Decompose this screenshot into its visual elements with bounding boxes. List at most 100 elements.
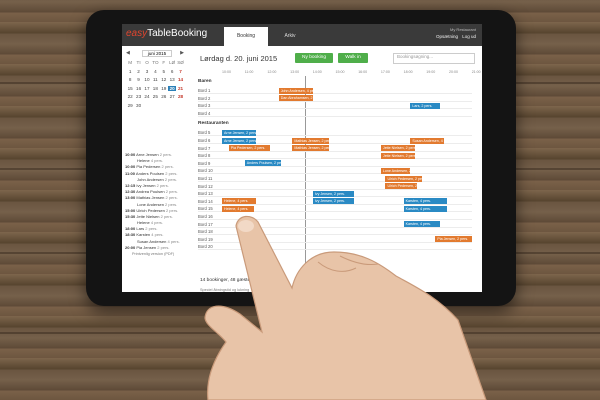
booking-block[interactable]: Karsten, 4 pers. <box>403 205 447 212</box>
calendar-day[interactable]: 27 <box>168 94 176 99</box>
list-item[interactable]: 20:00 Pia Jensen 2 pers. <box>125 245 187 251</box>
calendar-day[interactable]: 14 <box>176 77 184 82</box>
booking-block[interactable]: John Andersen, 4 pers. <box>278 87 313 94</box>
booking-time: 12:15 <box>125 182 136 188</box>
app-logo[interactable]: easyTableBooking <box>126 28 207 39</box>
party-size: 2 pers. <box>165 170 178 176</box>
table-label: Bord 10 <box>198 168 213 174</box>
logout-link[interactable]: Log ud <box>462 34 476 39</box>
calendar-day[interactable]: 18 <box>151 86 159 91</box>
calendar-day[interactable]: 12 <box>160 77 168 82</box>
calendar-day[interactable]: 15 <box>126 86 134 91</box>
calendar-day[interactable]: 26 <box>160 94 168 99</box>
booking-count: 14 bookinger, 48 gæster <box>200 278 252 283</box>
table-label: Bord 4 <box>198 110 211 116</box>
calendar-day-header: SØ <box>177 60 184 65</box>
calendar-day[interactable]: 3 <box>143 69 151 74</box>
booking-block[interactable]: Lone Andersen, 2 pers. <box>380 167 411 174</box>
calendar-day[interactable]: 1 <box>126 69 134 74</box>
table-label: Bord 5 <box>198 130 211 136</box>
chevron-right-icon[interactable]: ▶ <box>180 50 184 56</box>
table-row: Bord 15 Helene, 4 pers. Karsten, 4 pers. <box>198 205 472 213</box>
tab-arkiv[interactable]: Arkiv <box>268 27 312 46</box>
guest-name: Susan Andersen <box>137 238 167 244</box>
calendar-day[interactable]: 6 <box>168 69 176 74</box>
calendar-day[interactable]: 19 <box>160 86 168 91</box>
booking-block[interactable]: Dan Abrahamsen, 2 pers. <box>278 95 313 102</box>
booking-block[interactable]: Ivy Jensen, 2 pers. <box>312 198 354 205</box>
booking-block[interactable]: Pia Jensen, 2 pers. <box>435 236 472 243</box>
table-label: Bord 6 <box>198 138 211 143</box>
chevron-left-icon[interactable]: ◀ <box>126 50 130 56</box>
booking-block[interactable]: Ulrich Pedersen, 2 pers. <box>385 183 418 190</box>
booking-block[interactable]: Pia Pedersen, 2 pers. <box>228 145 270 152</box>
calendar-day[interactable]: 21 <box>176 86 184 91</box>
guest-name: Arne Jensen <box>136 152 159 157</box>
table-label: Bord 7 <box>198 145 211 151</box>
table-label: Bord 14 <box>198 198 213 204</box>
hour-label: 12:00 <box>267 70 277 74</box>
calendar-day[interactable]: 29 <box>126 103 134 108</box>
calendar-day[interactable]: 30 <box>134 103 142 108</box>
hour-header: 10:00 11:00 12:00 13:00 14:00 15:00 16:00 17:00… <box>222 70 481 76</box>
calendar-day[interactable]: 11 <box>151 77 159 82</box>
booking-block[interactable]: Lars, 2 pers. <box>410 102 440 109</box>
calendar-day[interactable]: 28 <box>176 94 184 99</box>
party-size: 2 pers. <box>160 213 173 219</box>
table-label: Bord 2 <box>198 95 211 101</box>
calendar-day-header: O <box>145 60 149 65</box>
calendar-day[interactable]: 2 <box>134 69 142 74</box>
guest-name: Helene <box>137 220 150 226</box>
booking-block[interactable]: Helene, 4 pers. <box>222 205 254 212</box>
booking-block[interactable]: Mathias Jensen, 2 pers. <box>292 145 329 152</box>
guest-name: Mathias Jensen <box>136 195 165 201</box>
booking-block[interactable]: Susan Andersen, 4 pers. <box>410 137 445 144</box>
booking-block[interactable]: Mathias Jensen, 2 pers. <box>292 137 329 144</box>
calendar-day[interactable]: 20 <box>167 85 177 91</box>
calendar-day[interactable]: 10 <box>143 77 151 82</box>
booking-time: 18:30 <box>125 232 136 238</box>
party-size: 4 pers. <box>167 238 180 244</box>
calendar-day[interactable]: 23 <box>134 94 142 99</box>
booking-block[interactable]: Helene, 4 pers. <box>222 198 257 205</box>
calendar-day[interactable]: 24 <box>143 94 151 99</box>
calendar-day[interactable]: 13 <box>168 77 176 82</box>
booking-block[interactable]: Arne Jensen, 2 pers. <box>222 137 257 144</box>
opening-hours-note[interactable]: Speciel åbningstid og lukning <box>200 288 249 292</box>
booking-block[interactable]: Jette Nielsen, 2 pers. <box>380 145 415 152</box>
booking-block[interactable]: Ivy Jensen, 2 pers. <box>312 190 354 197</box>
booking-block[interactable]: Karsten, 4 pers. <box>403 221 440 228</box>
print-link[interactable]: Printvenlig version (PDF) <box>132 252 174 256</box>
party-size: 4 pers. <box>151 232 164 238</box>
calendar-day[interactable]: 9 <box>134 77 142 82</box>
party-size: 4 pers. <box>150 158 164 164</box>
table-label: Bord 20 <box>198 244 213 250</box>
booking-block[interactable]: Ulrich Pedersen, 2 pers. <box>385 175 422 182</box>
new-booking-button[interactable]: Ny booking <box>295 53 333 63</box>
calendar-day[interactable]: 8 <box>126 77 134 82</box>
table-label: Bord 16 <box>198 214 213 219</box>
search-input[interactable]: Bookingsøgning... <box>393 53 475 64</box>
calendar-month-label[interactable]: juni 2015 <box>142 50 172 57</box>
settings-link[interactable]: Opsætning <box>436 34 458 39</box>
booking-block[interactable]: Anders Poulsen, 2 pers. <box>244 160 281 167</box>
booking-block[interactable]: Karsten, 4 pers. <box>403 198 447 205</box>
calendar-day[interactable]: 16 <box>134 86 142 91</box>
party-size: 2 pers. <box>157 244 170 250</box>
calendar-day[interactable]: 5 <box>160 69 168 74</box>
booking-block[interactable]: Arne Jensen, 2 pers. <box>222 129 257 136</box>
booking-block[interactable]: Jette Nielsen, 2 pers. <box>380 152 415 159</box>
guest-name: Jette Nielsen <box>136 213 160 219</box>
party-size: 2 pers. <box>161 164 174 170</box>
party-size: 2 pers. <box>145 226 158 232</box>
calendar-day[interactable]: 22 <box>126 94 134 99</box>
party-size: 2 pers. <box>164 176 178 182</box>
calendar-day[interactable]: 4 <box>151 69 159 74</box>
booking-time: 13:00 <box>125 195 136 201</box>
calendar-day[interactable]: 17 <box>143 86 151 91</box>
restaurant-name: My Restaurant <box>449 27 476 32</box>
calendar-day[interactable]: 25 <box>151 94 159 99</box>
walk-in-button[interactable]: Walk in <box>338 53 368 63</box>
calendar-day[interactable]: 7 <box>176 69 184 74</box>
tab-booking[interactable]: Booking <box>224 27 268 46</box>
